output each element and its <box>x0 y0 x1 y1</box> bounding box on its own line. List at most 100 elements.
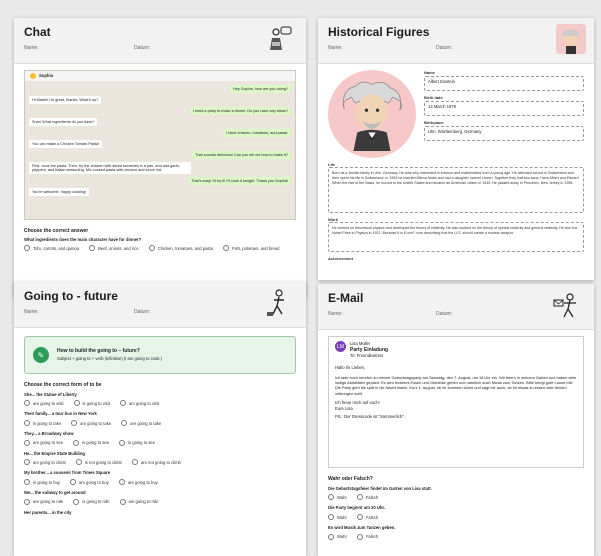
answer-option[interactable]: am going to visit <box>119 400 159 407</box>
exercise-question: My brother... a souvenir from Times Squa… <box>24 470 111 476</box>
false-option[interactable]: Falsch <box>356 494 378 501</box>
chat-title: Chat <box>24 25 51 39</box>
answer-option[interactable]: are going to take <box>121 420 161 427</box>
answer-option[interactable]: Beef, onions, and rice <box>89 245 139 252</box>
answer-option[interactable]: is going to buy <box>24 479 60 486</box>
going-to-title: Going to - future <box>24 289 118 303</box>
chat-message: I have chicken, tomatoes, and pasta. <box>223 129 291 137</box>
achievement-label: Achievement <box>328 256 353 261</box>
exercise-question: We... the subway to get around <box>24 490 86 496</box>
answer-option[interactable]: is going to see <box>73 439 109 446</box>
exercise-question: Her parents... in the city <box>24 509 72 515</box>
radio-icon[interactable] <box>89 245 96 252</box>
chat-window: Sophia Hey Sophia, how are you doing? Hi… <box>24 70 296 220</box>
email-ps: PS.: Der Dresscode ist "Sommerlich". <box>335 414 405 420</box>
quiz-question: Die Geburtstagsfeier findet im Garten vo… <box>328 485 432 491</box>
person-mail-icon <box>553 293 576 318</box>
question-title: Choose the correct answer <box>24 228 89 234</box>
email-recipient: To: Freundeskreis <box>350 353 384 359</box>
answer-option[interactable]: are going to see <box>24 439 63 446</box>
chat-message: Sure! What ingredients do you have? <box>29 118 98 126</box>
answer-option[interactable]: Fish, potatoes, and bread <box>223 245 280 252</box>
answer-option[interactable]: are not going to climb <box>131 459 181 466</box>
radio-icon[interactable] <box>24 245 30 252</box>
chat-message: First, cook the pasta. Then, fry the chi… <box>29 162 192 174</box>
exercise-question: She... the Statue of Liberty <box>24 391 77 397</box>
historical-worksheet: Historical Figures Name: Datum: Name Albe… <box>318 18 594 280</box>
hint-title: How to build the going to – future? <box>57 348 140 355</box>
portrait-thumbnail-icon <box>556 24 586 54</box>
field-label: Birthplace <box>424 120 444 125</box>
true-option[interactable]: Wahr <box>328 514 347 521</box>
email-body: ich lade euch herzlich zu meiner Geburts… <box>335 374 577 396</box>
going-to-header: Going to - future Name: Datum: <box>14 282 306 328</box>
hint-subtitle: Subject + going to + verb (infinitive) (… <box>57 356 162 362</box>
person-walking-icon <box>267 289 284 316</box>
email-signature: Eure Lisa <box>335 405 353 411</box>
avatar: LM <box>335 341 346 352</box>
chat-message: Hey Sophia, how are you doing? <box>230 85 291 93</box>
quiz-question: Es wird Musik zum Tanzen geben. <box>328 525 396 531</box>
true-option[interactable]: Wahr <box>328 494 347 501</box>
true-option[interactable]: Wahr <box>328 533 347 540</box>
grammar-hint-box: ✎ How to build the going to – future? Su… <box>24 336 296 374</box>
answer-option[interactable]: are going to ride <box>24 498 63 505</box>
chat-worksheet: Chat Name: Datum: Sophia Hey Sophia, how … <box>14 18 306 298</box>
answer-option[interactable]: am going to ride <box>119 498 159 505</box>
email-title: E-Mail <box>328 291 364 305</box>
answer-option[interactable]: is going to take <box>24 420 61 427</box>
answer-option[interactable]: are going to buy <box>118 479 158 486</box>
answer-option[interactable]: is going to visit <box>73 400 110 407</box>
chat-message: You're welcome, happy cooking! <box>29 188 90 196</box>
chat-contact-bar: Sophia <box>25 71 295 81</box>
contact-emoji-icon <box>30 73 36 79</box>
radio-icon[interactable] <box>148 245 155 252</box>
lightbulb-icon: ✎ <box>33 347 49 363</box>
exercise-question: Their family... a tour bus in New York <box>24 411 97 417</box>
answer-option[interactable]: is not going to climb <box>75 459 122 466</box>
quiz-question: Die Party beginnt um 20 Uhr. <box>328 505 386 511</box>
answer-option[interactable]: Chicken, tomatoes, and pasta <box>148 245 213 252</box>
birth-date-field[interactable]: 14 March 1879 <box>424 101 584 116</box>
work-text[interactable]: He worked on theoretical physics and dev… <box>328 222 584 252</box>
radio-icon[interactable] <box>223 245 230 252</box>
name-field[interactable]: Albert Einstein <box>424 76 584 91</box>
task-title: Choose the correct form of to be <box>24 382 102 388</box>
contact-name: Sophia <box>39 73 53 79</box>
answer-option[interactable]: is going to see <box>119 439 155 446</box>
historical-title: Historical Figures <box>328 25 430 39</box>
name-label: Name: <box>328 311 343 317</box>
email-header: E-Mail Name: Datum: <box>318 284 594 330</box>
name-label: Name: <box>328 45 343 51</box>
name-label: Name: <box>24 309 39 315</box>
life-text[interactable]: Born as a Jewish family in Ulm, Germany.… <box>328 167 584 213</box>
birthplace-field[interactable]: Ulm, Württemberg, Germany <box>424 126 584 141</box>
exercise-question: He... the Empire State Building <box>24 450 85 456</box>
chat-header: Chat Name: Datum: <box>14 18 306 64</box>
name-label: Name: <box>24 45 39 51</box>
false-option[interactable]: Falsch <box>356 514 378 521</box>
chat-message: Hi Martin! I'm great, thanks. What's up? <box>29 96 102 104</box>
date-label: Datum: <box>134 309 151 315</box>
answer-option[interactable]: am going to take <box>71 420 111 427</box>
email-subject: Party Einladung <box>350 346 389 353</box>
answer-option[interactable]: am going to climb <box>24 459 66 466</box>
exercise-question: They... a Broadway show <box>24 431 74 437</box>
date-label: Datum: <box>436 311 453 317</box>
false-option[interactable]: Falsch <box>356 533 378 540</box>
chat-message: I need a party to make a dinner. Do you … <box>189 107 291 115</box>
answer-option[interactable]: Tofu, carrots, and quinoa <box>24 245 79 252</box>
historical-header: Historical Figures Name: Datum: <box>318 18 594 64</box>
person-chatting-icon <box>270 26 292 50</box>
field-label: Name <box>424 70 435 75</box>
answer-option[interactable]: am going to buy <box>70 479 109 486</box>
chat-message: That sounds delicious! Can you tell me h… <box>192 151 291 159</box>
date-label: Datum: <box>436 45 453 51</box>
answer-option[interactable]: are going to visit <box>24 400 64 407</box>
email-worksheet: E-Mail Name: Datum: LM Lisa Müller Party … <box>318 284 594 556</box>
answer-option[interactable]: is going to ride <box>73 498 110 505</box>
chat-message: That's easy! I'll try it! I'll cook it t… <box>188 177 291 185</box>
email-greeting: Hallo ihr Lieben, <box>335 365 366 371</box>
question-text: What ingredients does the main character… <box>24 236 142 242</box>
going-to-worksheet: Going to - future Name: Datum: ✎ How to b… <box>14 282 306 556</box>
